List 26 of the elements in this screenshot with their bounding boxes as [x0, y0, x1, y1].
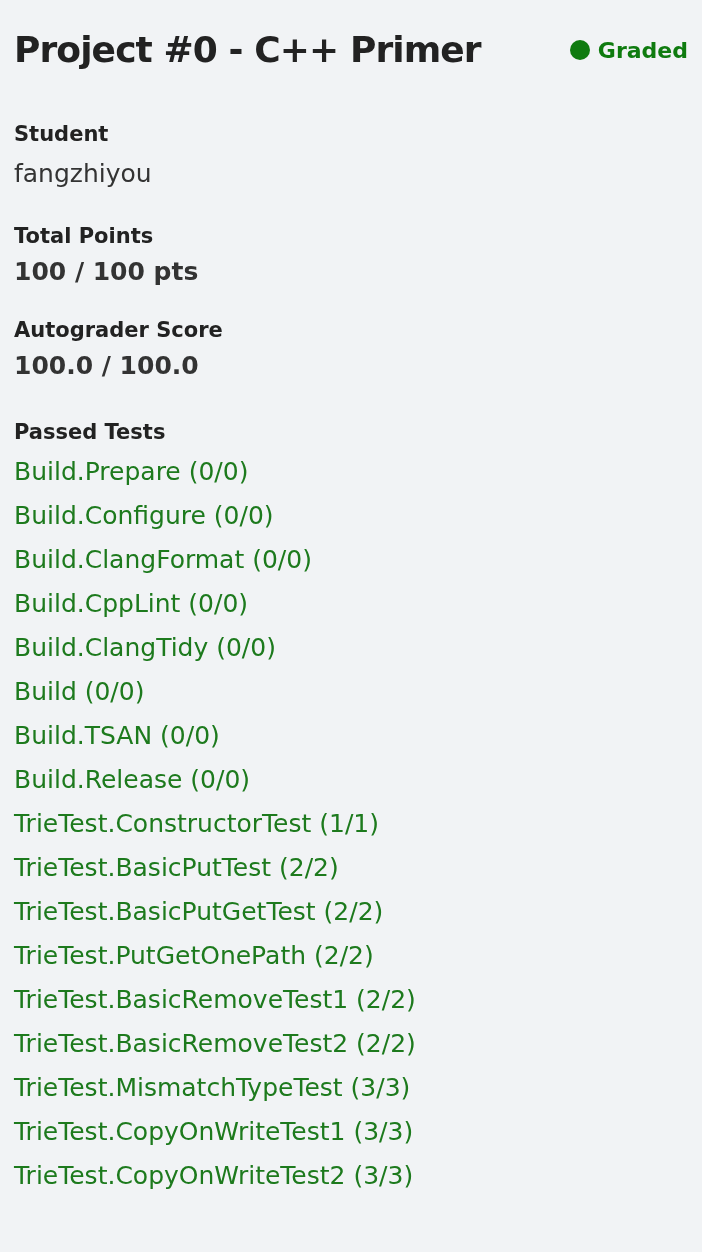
field-label: Autograder Score [14, 317, 224, 344]
passed-test: Build.ClangTidy (0/0) [14, 632, 277, 664]
passed-test: Build.Release (0/0) [14, 764, 252, 796]
passed-test: Build.TSAN (0/0) [14, 720, 221, 752]
passed-test: TrieTest.BasicRemoveTest1 (2/2) [14, 984, 417, 1016]
passed-test: TrieTest.BasicRemoveTest2 (2/2) [14, 1028, 417, 1060]
passed-test: Build.Prepare (0/0) [14, 456, 250, 488]
passed-test: Build.CppLint (0/0) [14, 588, 250, 620]
field-label: Student [14, 121, 110, 148]
passed-test: Build.ClangFormat (0/0) [14, 544, 313, 576]
field-value: 100 / 100 pts [14, 256, 200, 288]
passed-test: TrieTest.BasicPutTest (2/2) [14, 852, 340, 884]
passed-test: Build (0/0) [14, 676, 146, 708]
passed-test: TrieTest.PutGetOnePath (2/2) [14, 940, 375, 972]
field-value: 100.0 / 100.0 [14, 350, 200, 382]
passed-test: TrieTest.CopyOnWriteTest2 (3/3) [14, 1160, 415, 1192]
passed-test: TrieTest.BasicPutGetTest (2/2) [14, 896, 385, 928]
page-title: Project #0 - C++ Primer [14, 28, 481, 72]
passed-test: TrieTest.CopyOnWriteTest1 (3/3) [14, 1116, 415, 1148]
field-label: Total Points [14, 223, 155, 250]
passed-test: TrieTest.ConstructorTest (1/1) [14, 808, 380, 840]
section-label: Passed Tests [14, 419, 167, 446]
passed-test: Build.Configure (0/0) [14, 500, 275, 532]
field-value: fangzhiyou [14, 158, 153, 190]
passed-test: TrieTest.MismatchTypeTest (3/3) [14, 1072, 412, 1104]
status-label: Graded [597, 36, 688, 65]
